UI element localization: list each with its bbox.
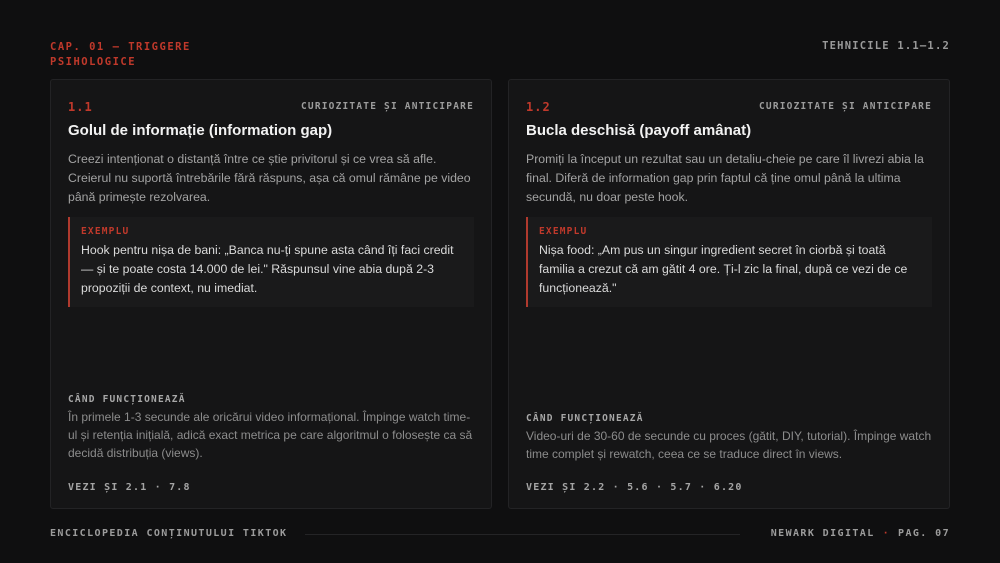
when-section: CÂND FUNCȚIONEAZĂ În primele 1-3 secunde… <box>68 394 474 462</box>
card-title: Bucla deschisă (payoff amânat) <box>526 122 752 139</box>
technique-card-1-2: 1.2 CURIOZITATE ȘI ANTICIPARE Bucla desc… <box>508 79 950 509</box>
see-also-link[interactable]: VEZI ȘI 2.1 · 7.8 <box>68 482 191 493</box>
example-label: EXEMPLU <box>81 226 130 237</box>
card-number: 1.2 <box>526 100 551 114</box>
footer-brand: NEWARK DIGITAL <box>770 528 875 539</box>
card-description: Creezi intenționat o distanță între ce ș… <box>68 152 471 204</box>
footer-title: ENCICLOPEDIA CONȚINUTULUI TIKTOK <box>50 528 288 539</box>
footer-separator: · <box>882 528 891 539</box>
card-number: 1.1 <box>68 100 93 114</box>
example-text: Nișa food: „Am pus un singur ingredient … <box>539 243 908 295</box>
footer-divider <box>305 534 740 535</box>
card-description: Promiți la început un rezultat sau un de… <box>526 152 924 204</box>
when-section: CÂND FUNCȚIONEAZĂ Video-uri de 30-60 de … <box>526 413 932 463</box>
example-label: EXEMPLU <box>539 226 588 237</box>
techniques-range: TEHNICILE 1.1–1.2 <box>822 40 950 52</box>
footer-meta: NEWARK DIGITAL · PAG. 07 <box>771 528 950 539</box>
card-category: CURIOZITATE ȘI ANTICIPARE <box>301 101 474 112</box>
page-number: PAG. 07 <box>898 528 950 539</box>
example-box: EXEMPLU Nișa food: „Am pus un singur ing… <box>526 217 932 307</box>
chapter-label: CAP. 01 — TRIGGERE PSIHOLOGICE <box>50 41 191 68</box>
card-category: CURIOZITATE ȘI ANTICIPARE <box>759 101 932 112</box>
technique-card-1-1: 1.1 CURIOZITATE ȘI ANTICIPARE Golul de i… <box>50 79 492 509</box>
see-also-link[interactable]: VEZI ȘI 2.2 · 5.6 · 5.7 · 6.20 <box>526 482 743 493</box>
when-text: Video-uri de 30-60 de secunde cu proces … <box>526 429 932 461</box>
example-box: EXEMPLU Hook pentru nișa de bani: „Banca… <box>68 217 474 307</box>
when-text: În primele 1-3 secunde ale oricărui vide… <box>68 410 473 460</box>
card-title: Golul de informație (information gap) <box>68 122 333 139</box>
when-label: CÂND FUNCȚIONEAZĂ <box>526 413 644 424</box>
when-label: CÂND FUNCȚIONEAZĂ <box>68 394 186 405</box>
example-text: Hook pentru nișa de bani: „Banca nu-ți s… <box>81 243 454 295</box>
